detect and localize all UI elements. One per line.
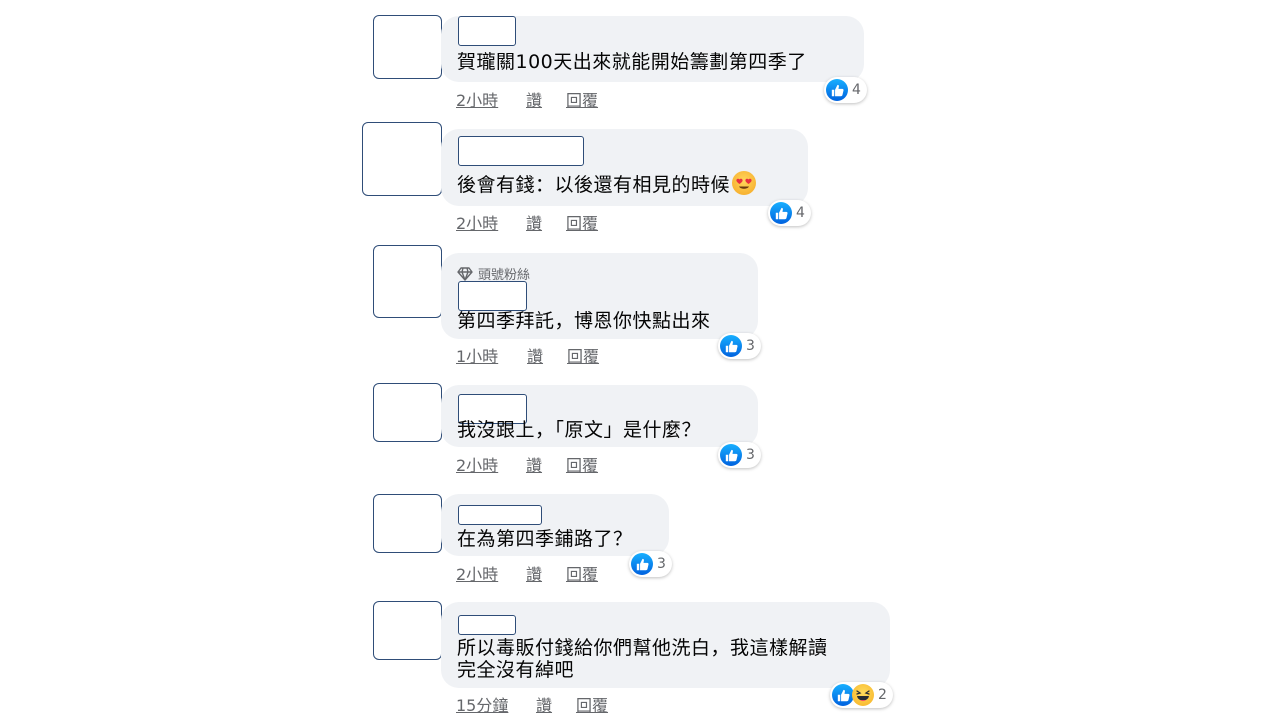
comment-timestamp[interactable]: 2小時: [456, 561, 498, 585]
like-link[interactable]: 讚: [526, 87, 542, 111]
commenter-name-redacted[interactable]: [458, 136, 584, 166]
like-link[interactable]: 讚: [526, 210, 542, 234]
like-link[interactable]: 讚: [527, 343, 543, 367]
comment-timestamp[interactable]: 2小時: [456, 210, 498, 234]
comment-text-line1: 所以毒販付錢給你們幫他洗白，我這樣解讀: [457, 637, 828, 659]
reply-link[interactable]: 回覆: [566, 210, 598, 234]
reaction-summary[interactable]: 4: [768, 200, 811, 226]
reply-link[interactable]: 回覆: [566, 561, 598, 585]
reaction-count: 4: [852, 82, 861, 98]
reaction-summary[interactable]: 3: [629, 551, 672, 577]
avatar[interactable]: [362, 122, 442, 196]
comment-text-content: 後會有錢：以後還有相見的時候: [457, 174, 731, 196]
reaction-count: 4: [796, 205, 805, 221]
comment-timestamp[interactable]: 2小時: [456, 452, 498, 476]
comment-timestamp[interactable]: 1小時: [456, 343, 498, 367]
comment-text: 在為第四季鋪路了？: [457, 528, 633, 550]
avatar[interactable]: [373, 601, 442, 660]
thumbs-up-icon: [826, 79, 848, 101]
reaction-count: 3: [746, 338, 755, 354]
commenter-name-redacted[interactable]: [458, 281, 527, 311]
reaction-summary[interactable]: 4: [824, 77, 867, 103]
reaction-count: 2: [878, 687, 887, 703]
reply-link[interactable]: 回覆: [566, 87, 598, 111]
avatar[interactable]: [373, 15, 442, 79]
comment-text: 第四季拜託，博恩你快點出來: [457, 310, 711, 332]
like-link[interactable]: 讚: [536, 692, 552, 716]
diamond-icon: [457, 266, 473, 281]
thumbs-up-icon: [770, 202, 792, 224]
commenter-name-redacted[interactable]: [458, 615, 516, 635]
avatar[interactable]: [373, 494, 442, 553]
comment-text: 我沒跟上，「原文」是什麼？: [457, 419, 702, 441]
reaction-summary[interactable]: 2: [830, 682, 893, 708]
avatar[interactable]: [373, 383, 442, 442]
thumbs-up-icon: [720, 444, 742, 466]
reply-link[interactable]: 回覆: [566, 452, 598, 476]
reaction-summary[interactable]: 3: [718, 442, 761, 468]
comment-text-line2: 完全沒有綽吧: [457, 659, 575, 681]
thumbs-up-icon: [832, 684, 854, 706]
comment-text: 後會有錢：以後還有相見的時候: [457, 171, 757, 196]
comment-timestamp[interactable]: 2小時: [456, 87, 498, 111]
comment-timestamp[interactable]: 15分鐘: [456, 692, 508, 716]
reaction-count: 3: [657, 556, 666, 572]
heart-eyes-emoji-icon: [732, 171, 757, 195]
like-link[interactable]: 讚: [526, 561, 542, 585]
commenter-name-redacted[interactable]: [458, 505, 542, 525]
reaction-count: 3: [746, 447, 755, 463]
laughing-emoji-icon: [852, 684, 874, 706]
avatar[interactable]: [373, 245, 442, 318]
comment-text: 賀瓏關100天出來就能開始籌劃第四季了: [457, 51, 807, 73]
commenter-name-redacted[interactable]: [458, 16, 516, 46]
reaction-summary[interactable]: 3: [718, 333, 761, 359]
reply-link[interactable]: 回覆: [567, 343, 599, 367]
thumbs-up-icon: [631, 553, 653, 575]
reply-link[interactable]: 回覆: [576, 692, 608, 716]
thumbs-up-icon: [720, 335, 742, 357]
like-link[interactable]: 讚: [526, 452, 542, 476]
